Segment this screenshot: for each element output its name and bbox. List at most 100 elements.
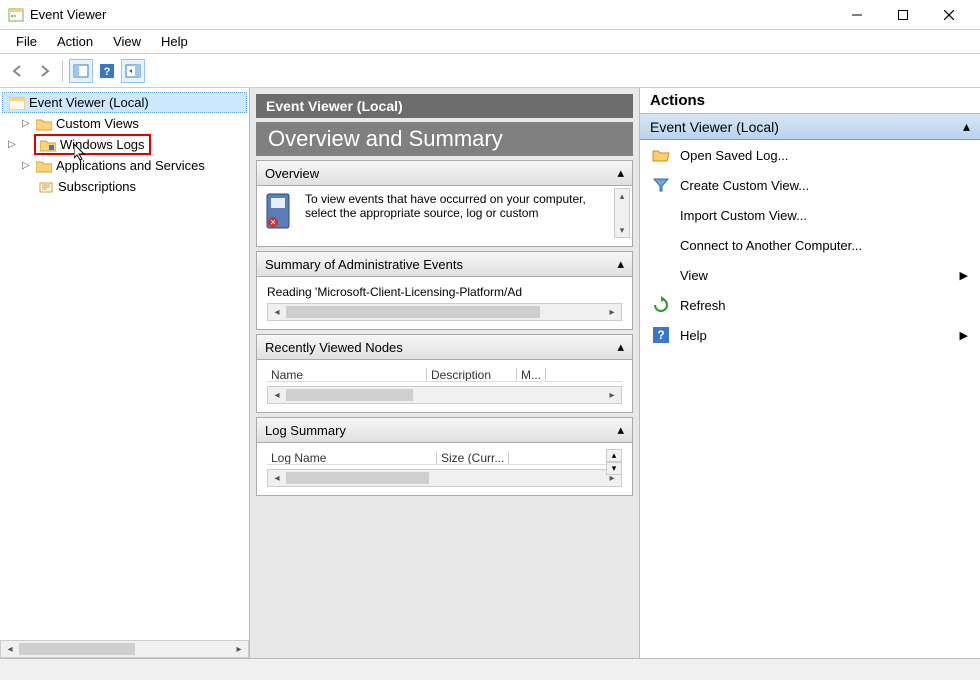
scroll-thumb[interactable] (19, 643, 135, 655)
toolbar-separator (62, 60, 63, 82)
tree-root[interactable]: Event Viewer (Local) (2, 92, 247, 113)
expand-icon[interactable]: ▷ (8, 139, 18, 150)
overview-section-body: ✕ To view events that have occurred on y… (257, 186, 632, 246)
show-hide-tree-button[interactable] (69, 59, 93, 83)
overview-section-header[interactable]: Overview ▴ (257, 161, 632, 186)
scroll-left-icon[interactable]: ◂ (268, 304, 286, 320)
action-label: Help (680, 328, 707, 343)
actions-subtitle-label: Event Viewer (Local) (650, 119, 779, 135)
admin-summary-header[interactable]: Summary of Administrative Events ▴ (257, 252, 632, 277)
scroll-right-icon[interactable]: ▸ (230, 641, 248, 657)
horizontal-scrollbar[interactable]: ◂ ▸ (267, 469, 622, 487)
column-header[interactable]: Log Name (267, 451, 437, 464)
section-title: Overview (265, 166, 319, 181)
action-open-saved-log[interactable]: Open Saved Log... (640, 140, 980, 170)
forward-button[interactable] (32, 59, 56, 83)
overview-text: To view events that have occurred on you… (305, 192, 626, 240)
expand-icon[interactable]: ▷ (22, 118, 32, 129)
submenu-arrow-icon: ▶ (960, 329, 968, 342)
event-viewer-icon (9, 96, 25, 110)
actions-subtitle[interactable]: Event Viewer (Local) ▴ (640, 114, 980, 140)
action-label: Import Custom View... (680, 208, 807, 223)
collapse-icon[interactable]: ▴ (617, 256, 624, 272)
action-connect-another-computer[interactable]: Connect to Another Computer... (640, 230, 980, 260)
menu-view[interactable]: View (103, 32, 151, 51)
admin-summary-section: Summary of Administrative Events ▴ Readi… (256, 251, 633, 330)
app-title: Event Viewer (30, 7, 834, 22)
horizontal-scrollbar[interactable]: ◂ ▸ (267, 386, 622, 404)
collapse-icon[interactable]: ▴ (617, 422, 624, 438)
tree-item-label: Custom Views (56, 116, 139, 131)
app-icon (8, 7, 24, 23)
tree-horizontal-scrollbar[interactable]: ◂ ▸ (0, 640, 249, 658)
expand-icon[interactable]: ▷ (22, 160, 32, 171)
scroll-right-icon[interactable]: ▸ (603, 387, 621, 403)
action-label: Open Saved Log... (680, 148, 788, 163)
scroll-left-icon[interactable]: ◂ (1, 641, 19, 657)
actions-title: Actions (640, 88, 980, 114)
tree-item-applications-services[interactable]: ▷ Applications and Services (2, 155, 247, 176)
tree-panel: Event Viewer (Local) ▷ Custom Views ▷ Wi… (0, 88, 250, 658)
collapse-icon[interactable]: ▴ (617, 165, 624, 181)
tree-root-label: Event Viewer (Local) (29, 95, 149, 110)
maximize-button[interactable] (880, 0, 926, 30)
actions-panel: Actions Event Viewer (Local) ▴ Open Save… (640, 88, 980, 658)
blank-icon (652, 266, 670, 284)
scroll-right-icon[interactable]: ▸ (603, 304, 621, 320)
vertical-scrollbar[interactable]: ▴ ▾ (614, 188, 630, 238)
log-summary-header[interactable]: Log Summary ▴ (257, 418, 632, 443)
action-view[interactable]: View ▶ (640, 260, 980, 290)
menu-file[interactable]: File (6, 32, 47, 51)
submenu-arrow-icon: ▶ (960, 269, 968, 282)
menu-action[interactable]: Action (47, 32, 103, 51)
menu-help[interactable]: Help (151, 32, 198, 51)
minimize-button[interactable] (834, 0, 880, 30)
statusbar (0, 658, 980, 680)
help-icon: ? (652, 326, 670, 344)
vertical-scrollbar[interactable]: ▴ ▾ (606, 449, 622, 475)
tree-item-windows-logs[interactable]: Windows Logs (34, 134, 151, 155)
column-header[interactable]: Description (427, 368, 517, 381)
menubar: File Action View Help (0, 30, 980, 54)
scroll-down-icon[interactable]: ▾ (615, 223, 629, 237)
horizontal-scrollbar[interactable]: ◂ ▸ (267, 303, 622, 321)
column-header[interactable]: Name (267, 368, 427, 381)
titlebar: Event Viewer (0, 0, 980, 30)
section-title: Summary of Administrative Events (265, 257, 463, 272)
column-header[interactable]: M... (517, 368, 546, 381)
action-refresh[interactable]: Refresh (640, 290, 980, 320)
middle-header: Event Viewer (Local) (256, 94, 633, 118)
back-button[interactable] (6, 59, 30, 83)
recent-nodes-section: Recently Viewed Nodes ▴ Name Description… (256, 334, 633, 413)
svg-text:?: ? (657, 328, 664, 342)
action-import-custom-view[interactable]: Import Custom View... (640, 200, 980, 230)
overview-section: Overview ▴ ✕ To view events that have oc… (256, 160, 633, 247)
blank-icon (652, 206, 670, 224)
tree-item-custom-views[interactable]: ▷ Custom Views (2, 113, 247, 134)
action-label: Connect to Another Computer... (680, 238, 862, 253)
scroll-track[interactable] (19, 641, 230, 657)
section-title: Log Summary (265, 423, 346, 438)
action-help[interactable]: ? Help ▶ (640, 320, 980, 350)
tree-content: Event Viewer (Local) ▷ Custom Views ▷ Wi… (0, 88, 249, 636)
admin-summary-text: Reading 'Microsoft-Client-Licensing-Plat… (267, 285, 522, 299)
scroll-up-icon[interactable]: ▴ (615, 189, 629, 203)
folder-open-icon (652, 146, 670, 164)
action-create-custom-view[interactable]: Create Custom View... (640, 170, 980, 200)
preview-pane-button[interactable] (121, 59, 145, 83)
column-header[interactable]: Size (Curr... (437, 451, 509, 464)
help-button[interactable]: ? (95, 59, 119, 83)
middle-panel: Event Viewer (Local) Overview and Summar… (250, 88, 640, 658)
collapse-icon[interactable]: ▴ (617, 339, 624, 355)
svg-text:✕: ✕ (270, 218, 277, 227)
collapse-icon[interactable]: ▴ (963, 118, 970, 135)
log-summary-body: Log Name Size (Curr... ◂ ▸ ▴ ▾ (257, 443, 632, 495)
action-label: Create Custom View... (680, 178, 809, 193)
tree-item-subscriptions[interactable]: Subscriptions (2, 176, 247, 197)
section-title: Recently Viewed Nodes (265, 340, 403, 355)
refresh-icon (652, 296, 670, 314)
recent-nodes-header[interactable]: Recently Viewed Nodes ▴ (257, 335, 632, 360)
scroll-left-icon[interactable]: ◂ (268, 387, 286, 403)
close-button[interactable] (926, 0, 972, 30)
scroll-left-icon[interactable]: ◂ (268, 470, 286, 486)
